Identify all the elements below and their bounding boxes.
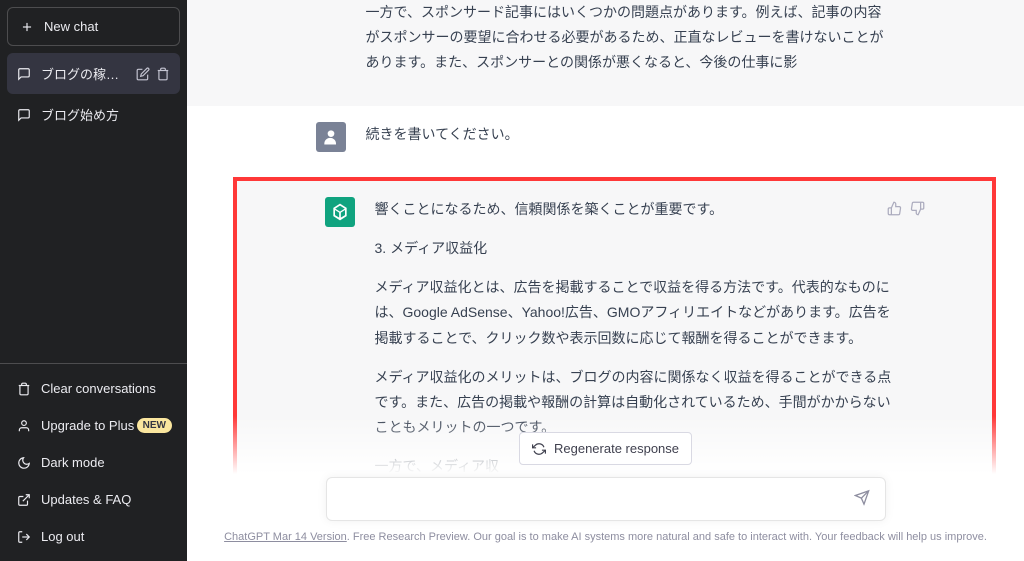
thumbs-up-icon[interactable]: [887, 201, 902, 216]
updates-faq-button[interactable]: Updates & FAQ: [7, 481, 180, 518]
chat-item[interactable]: ブログ始め方: [7, 94, 180, 135]
openai-icon: [330, 202, 350, 222]
message-text: 響くことになるため、信頼関係を築くことが重要です。: [375, 197, 905, 222]
ai-avatar: [325, 197, 355, 227]
regenerate-label: Regenerate response: [554, 441, 679, 456]
chat-item-label: ブログ始め方: [41, 105, 170, 124]
new-chat-button[interactable]: New chat: [7, 7, 180, 46]
logout-icon: [17, 530, 31, 544]
message-text: 続きを書いてください。: [366, 122, 896, 147]
footer-note: ChatGPT Mar 14 Version. Free Research Pr…: [187, 531, 1024, 543]
plus-icon: [20, 20, 34, 34]
clear-conversations-button[interactable]: Clear conversations: [7, 370, 180, 407]
user-message: 続きを書いてください。: [187, 106, 1024, 177]
message-icon: [17, 67, 31, 81]
version-link[interactable]: ChatGPT Mar 14 Version: [224, 531, 347, 543]
footer-text: . Free Research Preview. Our goal is to …: [347, 531, 987, 543]
message-text: 3. メディア収益化: [375, 236, 905, 261]
chat-item-label: ブログの稼ぎ方: [41, 64, 126, 83]
dark-label: Dark mode: [41, 455, 105, 470]
user-avatar: [316, 122, 346, 152]
upgrade-label: Upgrade to Plus: [41, 418, 134, 433]
edit-icon[interactable]: [136, 67, 150, 81]
sidebar-bottom: Clear conversations Upgrade to Plus NEW …: [0, 363, 187, 561]
upgrade-button[interactable]: Upgrade to Plus NEW: [7, 407, 180, 444]
new-chat-label: New chat: [44, 19, 98, 34]
input-area: Regenerate response ChatGPT Mar 14 Versi…: [187, 416, 1024, 561]
assistant-message: 一方で、スポンサード記事にはいくつかの問題点があります。例えば、記事の内容がスポ…: [187, 0, 1024, 106]
message-text: メディア収益化とは、広告を掲載することで収益を得る方法です。代表的なものには、G…: [375, 275, 905, 351]
chat-input[interactable]: [326, 477, 886, 521]
message-text: 一方で、スポンサード記事にはいくつかの問題点があります。例えば、記事の内容がスポ…: [366, 0, 896, 76]
chat-item[interactable]: ブログの稼ぎ方: [7, 53, 180, 94]
dark-mode-button[interactable]: Dark mode: [7, 444, 180, 481]
trash-icon: [17, 382, 31, 396]
send-button[interactable]: [850, 486, 874, 513]
chat-list: ブログの稼ぎ方 ブログ始め方: [0, 53, 187, 363]
refresh-icon: [532, 442, 546, 456]
main-content: 一方で、スポンサード記事にはいくつかの問題点があります。例えば、記事の内容がスポ…: [187, 0, 1024, 561]
thumbs-down-icon[interactable]: [910, 201, 925, 216]
logout-label: Log out: [41, 529, 84, 544]
send-icon: [854, 490, 870, 506]
moon-icon: [17, 456, 31, 470]
external-link-icon: [17, 493, 31, 507]
user-icon: [17, 419, 31, 433]
new-badge: NEW: [137, 418, 172, 433]
feedback-buttons: [887, 201, 925, 216]
regenerate-button[interactable]: Regenerate response: [519, 432, 692, 465]
sidebar: New chat ブログの稼ぎ方 ブログ始め方 Clear conversati…: [0, 0, 187, 561]
trash-icon[interactable]: [156, 67, 170, 81]
faq-label: Updates & FAQ: [41, 492, 131, 507]
avatar-icon: [321, 127, 341, 147]
logout-button[interactable]: Log out: [7, 518, 180, 555]
clear-label: Clear conversations: [41, 381, 156, 396]
message-icon: [17, 108, 31, 122]
